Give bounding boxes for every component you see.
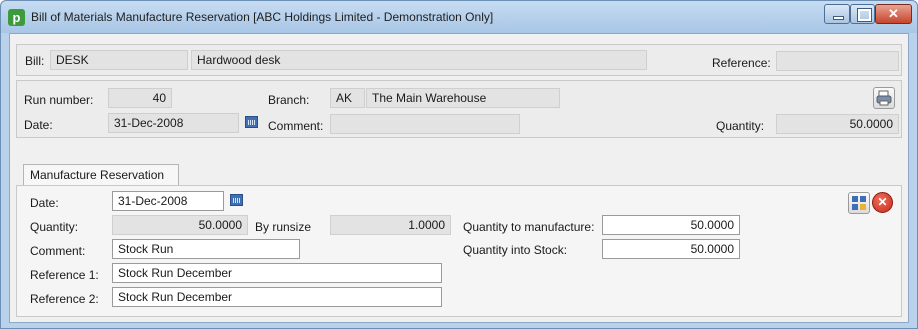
window-title: Bill of Materials Manufacture Reservatio… (31, 10, 494, 24)
reference1-label: Reference 1: (30, 268, 99, 282)
calendar-icon[interactable] (230, 194, 243, 206)
quantity-field[interactable]: 50.0000 (776, 114, 899, 134)
form-area: Bill: DESK Hardwood desk Reference: Run … (9, 33, 909, 323)
cancel-reservation-button[interactable]: ✕ (872, 192, 893, 213)
maximize-icon (857, 8, 872, 22)
quantity-label: Quantity: (716, 119, 765, 133)
bill-panel: Bill: DESK Hardwood desk Reference: (16, 44, 902, 76)
reference2-input[interactable]: Stock Run December (112, 287, 442, 307)
date-label: Date: (24, 118, 53, 132)
calendar-icon[interactable] (245, 116, 258, 128)
comment-field[interactable] (330, 114, 520, 134)
reservation-comment-input[interactable]: Stock Run (112, 239, 300, 259)
branch-label: Branch: (268, 93, 310, 107)
branch-name-field[interactable]: The Main Warehouse (366, 88, 560, 108)
qty-to-manufacture-input[interactable]: 50.0000 (602, 215, 740, 235)
print-button[interactable] (873, 87, 895, 109)
by-runsize-label: By runsize (255, 220, 312, 234)
printer-icon (876, 90, 892, 106)
comment-label: Comment: (268, 119, 324, 133)
reservation-quantity-field[interactable]: 50.0000 (112, 215, 248, 235)
minimize-button[interactable] (824, 4, 850, 24)
reference2-label: Reference 2: (30, 292, 99, 306)
qty-into-stock-label: Quantity into Stock: (463, 243, 568, 257)
close-icon: ✕ (888, 6, 899, 21)
bill-code-field[interactable]: DESK (50, 50, 188, 70)
bill-label: Bill: (25, 54, 45, 68)
reservation-quantity-label: Quantity: (30, 220, 79, 234)
qty-into-stock-input[interactable]: 50.0000 (602, 239, 740, 259)
app-logo-icon: p (8, 9, 25, 26)
minimize-icon (833, 16, 844, 20)
reservation-date-label: Date: (30, 196, 59, 210)
maximize-button[interactable] (850, 4, 875, 24)
run-details-panel: Run number: 40 Branch: AK The Main Wareh… (16, 80, 902, 138)
reference-label: Reference: (712, 56, 771, 70)
branch-code-field[interactable]: AK (330, 88, 365, 108)
by-runsize-field[interactable]: 1.0000 (330, 215, 451, 235)
date-field[interactable]: 31-Dec-2008 (108, 113, 239, 133)
reservation-comment-label: Comment: (30, 244, 86, 258)
cancel-x-icon: ✕ (877, 195, 888, 209)
reservation-panel: Date: 31-Dec-2008 ✕ Quantity: 50.0000 By… (16, 185, 902, 317)
tab-manufacture-reservation[interactable]: Manufacture Reservation (23, 164, 179, 186)
allocate-button[interactable] (848, 192, 870, 214)
reference1-input[interactable]: Stock Run December (112, 263, 442, 283)
qty-to-manufacture-label: Quantity to manufacture: (463, 220, 595, 234)
app-window: p Bill of Materials Manufacture Reservat… (0, 0, 918, 329)
close-window-button[interactable]: ✕ (875, 4, 912, 24)
run-number-label: Run number: (24, 93, 94, 107)
reference-field[interactable] (776, 51, 899, 71)
run-number-field[interactable]: 40 (108, 88, 172, 108)
bill-description-field[interactable]: Hardwood desk (191, 50, 647, 70)
reservation-date-input[interactable]: 31-Dec-2008 (112, 191, 224, 211)
title-bar[interactable]: p Bill of Materials Manufacture Reservat… (1, 1, 917, 33)
grid-allocate-icon (852, 196, 866, 210)
